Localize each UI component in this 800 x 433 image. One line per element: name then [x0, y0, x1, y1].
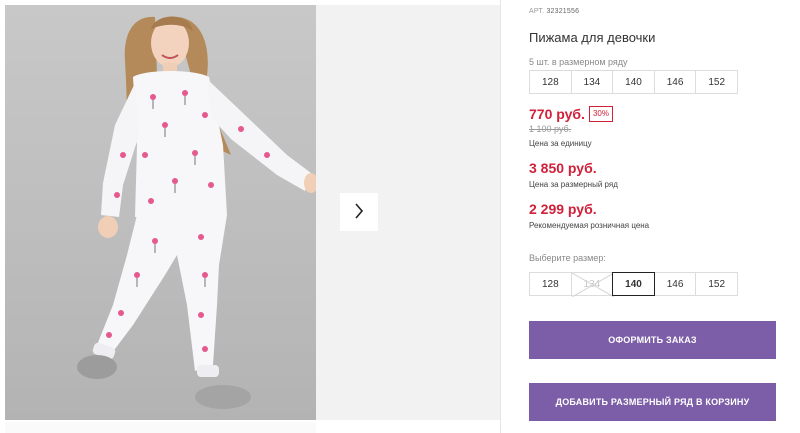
product-title: Пижама для девочки — [529, 30, 656, 45]
pack-size: 134 — [570, 70, 614, 94]
sku-label: АРТ. — [529, 8, 545, 15]
unavailable-cross-icon — [571, 273, 614, 297]
unit-price: 770 руб. — [529, 106, 585, 122]
sku-value: 32321556 — [546, 8, 580, 15]
girl-in-pajamas-image — [77, 16, 316, 409]
choose-size-label: Выберите размер: — [529, 253, 606, 263]
add-pack-to-cart-button[interactable]: ДОБАВИТЬ РАЗМЕРНЫЙ РЯД В КОРЗИНУ — [529, 383, 776, 421]
chevron-right-icon — [354, 202, 364, 222]
retail-price-caption: Рекомендуемая розничная цена — [529, 221, 650, 230]
retail-price: 2 299 руб. — [529, 201, 597, 217]
pack-price-caption: Цена за размерный ряд — [529, 180, 618, 189]
size-option-unavailable: 134 — [570, 272, 614, 297]
sku: АРТ. 32321556 — [529, 8, 579, 15]
discount-badge: 30% — [588, 106, 613, 122]
unit-price-row: 770 руб. 30% — [529, 106, 613, 122]
pack-sizes: 128 134 140 146 152 — [529, 70, 738, 94]
size-option[interactable]: 146 — [653, 272, 697, 296]
pack-size: 146 — [653, 70, 697, 94]
pack-size: 128 — [529, 70, 572, 94]
pack-price: 3 850 руб. — [529, 160, 597, 176]
pack-size: 140 — [612, 70, 655, 94]
size-option[interactable]: 128 — [529, 272, 572, 296]
old-price: 1 100 руб. — [529, 124, 572, 134]
gallery-next-button[interactable] — [340, 193, 378, 231]
product-photo — [5, 5, 316, 420]
product-gallery — [0, 0, 502, 433]
size-selector: 128 134 140 146 152 — [529, 272, 738, 297]
thumbnail-strip — [5, 422, 316, 433]
column-divider — [500, 0, 501, 433]
size-option-selected[interactable]: 140 — [612, 272, 655, 296]
place-order-button[interactable]: ОФОРМИТЬ ЗАКАЗ — [529, 321, 776, 359]
unit-price-caption: Цена за единицу — [529, 139, 592, 148]
size-option[interactable]: 152 — [695, 272, 738, 296]
pack-size: 152 — [695, 70, 738, 94]
pack-label: 5 шт. в размерном ряду — [529, 57, 628, 67]
